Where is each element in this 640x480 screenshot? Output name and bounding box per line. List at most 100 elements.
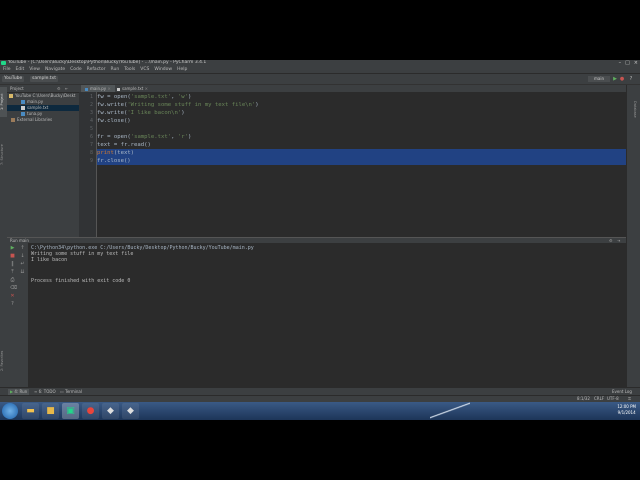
- tab-main-py[interactable]: main.py ×: [81, 85, 115, 92]
- line-number: 3: [89, 110, 93, 116]
- menu-file[interactable]: File: [3, 67, 11, 72]
- tab-database[interactable]: Database: [630, 95, 637, 123]
- code-token: print: [97, 150, 114, 156]
- menu-bar: File Edit View Navigate Code Refactor Ru…: [0, 66, 640, 74]
- taskbar-chrome-icon[interactable]: ●: [82, 403, 99, 419]
- pycharm-logo-icon: [1, 61, 6, 65]
- panel-settings-icon[interactable]: ⚙: [57, 85, 61, 92]
- restore-layout-icon[interactable]: ⤒: [10, 270, 15, 275]
- code-editor[interactable]: fw = open('sample.txt', 'w') fw.write('Wr…: [97, 92, 626, 237]
- right-tool-strip: Database: [626, 85, 640, 387]
- tab-favorites[interactable]: 2: Favorites: [0, 345, 7, 377]
- code-token: 'r': [177, 134, 188, 140]
- breadcrumb-project[interactable]: YouTube: [2, 76, 25, 82]
- python-file-icon: [21, 100, 25, 104]
- scroll-down-icon[interactable]: ↓: [20, 254, 25, 259]
- project-panel-title[interactable]: Project: [7, 86, 24, 91]
- code-token: 'Writing some stuff in my text file\n': [127, 102, 256, 108]
- taskbar-explorer-icon[interactable]: ▬: [22, 403, 39, 419]
- code-line[interactable]: fw.close(): [97, 117, 131, 125]
- code-token: fw.write(: [97, 110, 128, 116]
- code-line[interactable]: text = fr.read(): [97, 141, 151, 149]
- tab-sample-txt[interactable]: sample.txt ×: [113, 85, 152, 92]
- code-token: (text): [113, 150, 135, 156]
- taskbar-app-icon[interactable]: ◆: [122, 403, 139, 419]
- text-file-icon: [117, 87, 120, 91]
- taskbar-app-icon[interactable]: ◆: [102, 403, 119, 419]
- code-token: fw.write(: [97, 102, 128, 108]
- code-line[interactable]: print(text): [97, 149, 626, 157]
- clear-all-icon[interactable]: ⌫: [10, 286, 17, 291]
- python-file-icon: [21, 112, 25, 116]
- panel-hide-icon[interactable]: ⇤: [65, 85, 68, 92]
- menu-edit[interactable]: Edit: [16, 67, 25, 72]
- tab-project[interactable]: 1: Project: [0, 87, 7, 117]
- code-token: 'sample.txt': [130, 134, 172, 140]
- tree-item-external-libraries[interactable]: External Libraries: [7, 117, 83, 123]
- menu-run[interactable]: Run: [111, 67, 120, 72]
- line-number: 2: [89, 102, 93, 108]
- code-token: ): [187, 94, 192, 100]
- code-token: open: [113, 94, 128, 100]
- code-token: text = fr.read(): [97, 142, 151, 148]
- python-file-icon: [85, 87, 88, 91]
- taskbar-clock[interactable]: 12:00 PM 9/1/2014: [617, 404, 636, 416]
- menu-view[interactable]: View: [29, 67, 40, 72]
- text-file-icon: [21, 106, 25, 110]
- code-token: fw =: [97, 94, 114, 100]
- menu-window[interactable]: Window: [154, 67, 172, 72]
- code-line[interactable]: fr.close(): [97, 157, 626, 165]
- help-icon[interactable]: ?: [628, 76, 634, 82]
- soft-wrap-icon[interactable]: ↵: [20, 262, 25, 267]
- line-number: 5: [89, 126, 93, 132]
- breadcrumb-file[interactable]: sample.txt: [30, 76, 58, 82]
- taskbar-pycharm-icon[interactable]: ▣: [62, 403, 79, 419]
- code-token: ,: [171, 94, 178, 100]
- menu-help[interactable]: Help: [177, 67, 187, 72]
- code-line[interactable]: fw.write('I like bacon\n'): [97, 109, 185, 117]
- scroll-up-icon[interactable]: ↑: [20, 246, 25, 251]
- code-token: 'w': [177, 94, 188, 100]
- code-line[interactable]: fw = open('sample.txt', 'w'): [97, 93, 191, 101]
- rerun-icon[interactable]: ▶: [10, 246, 15, 251]
- taskbar-folder-icon[interactable]: ■: [42, 403, 59, 419]
- menu-tools[interactable]: Tools: [124, 67, 135, 72]
- code-token: fr.close(): [97, 158, 131, 164]
- debug-icon[interactable]: ●: [619, 76, 625, 82]
- line-number: 1: [89, 94, 93, 100]
- run-config-select[interactable]: main: [588, 76, 610, 82]
- code-line[interactable]: fw.write('Writing some stuff in my text …: [97, 101, 259, 109]
- menu-refactor[interactable]: Refactor: [87, 67, 106, 72]
- line-number: 6: [89, 134, 93, 140]
- stop-icon[interactable]: ■: [10, 254, 15, 259]
- line-number: 8: [89, 150, 93, 156]
- start-button-icon[interactable]: [2, 403, 18, 419]
- run-toolbar: ▶ ■ ‖ ⤒ ⎙ ⌫ ✕ ? ↑ ↓ ↵ ⇊: [7, 243, 29, 387]
- close-run-icon[interactable]: ✕: [10, 294, 15, 299]
- project-panel-header: Project ⚙ ⇤: [7, 85, 79, 93]
- run-icon[interactable]: ▶: [612, 76, 618, 82]
- menu-code[interactable]: Code: [70, 67, 82, 72]
- code-token: ): [187, 134, 192, 140]
- code-line[interactable]: fr = open('sample.txt', 'r'): [97, 133, 191, 141]
- code-token: ,: [171, 134, 178, 140]
- help-icon[interactable]: ?: [10, 302, 15, 307]
- menu-vcs[interactable]: VCS: [140, 67, 149, 72]
- line-number: 7: [89, 142, 93, 148]
- desktop-wallpaper-streak: [430, 402, 470, 420]
- code-token: ): [255, 102, 259, 108]
- code-token: open: [113, 134, 128, 140]
- console-line: Process finished with exit code 0: [31, 278, 131, 284]
- tab-structure[interactable]: 7: Structure: [0, 140, 7, 170]
- close-tab-icon[interactable]: ×: [107, 86, 110, 91]
- pause-icon[interactable]: ‖: [10, 262, 15, 267]
- code-token: 'sample.txt': [130, 94, 172, 100]
- library-icon: [11, 118, 15, 122]
- project-panel: Project ⚙ ⇤ YouTube C:\Users\Bucky\Deskt…: [7, 85, 93, 237]
- scroll-to-end-icon[interactable]: ⇊: [20, 270, 25, 275]
- close-tab-icon[interactable]: ×: [145, 86, 148, 91]
- run-console[interactable]: C:\Python34\python.exe C:/Users/Bucky/De…: [28, 243, 626, 387]
- code-token: 'I like bacon\n': [127, 110, 182, 116]
- print-icon[interactable]: ⎙: [10, 278, 15, 283]
- menu-navigate[interactable]: Navigate: [45, 67, 65, 72]
